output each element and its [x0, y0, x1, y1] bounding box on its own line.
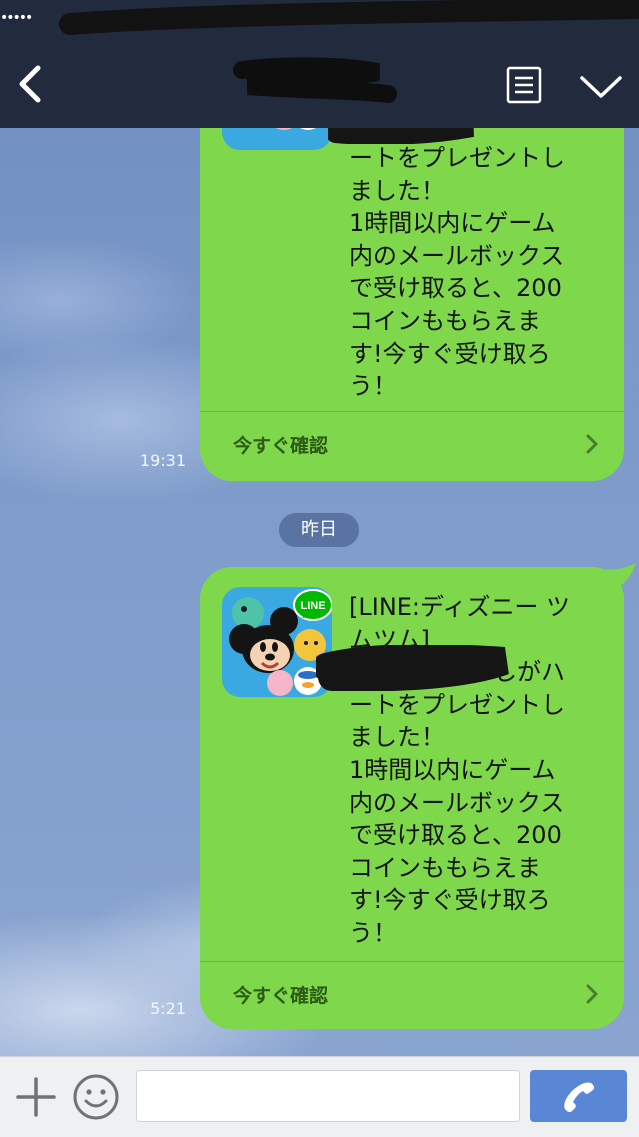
message-bubble[interactable]: LINE [LINE:ディズニー ツ ムツム] しがハ ートをプレゼントし まし… — [200, 567, 624, 1029]
sticker-button[interactable] — [72, 1073, 120, 1121]
back-button[interactable] — [12, 62, 52, 106]
menu-button[interactable] — [506, 66, 542, 104]
message-input-bar — [0, 1056, 639, 1137]
message-text: ートをプレゼントし ました！ 1時間以内にゲーム 内のメールボックス で受け取る… — [349, 144, 565, 401]
chat-title-redacted — [233, 57, 397, 103]
message-time: 5:21 — [150, 999, 186, 1018]
chevron-right-icon — [586, 434, 598, 454]
line-badge-label: LINE — [300, 600, 325, 612]
collapse-button[interactable] — [578, 70, 624, 102]
check-now-button[interactable]: 今すぐ確認 — [200, 412, 624, 478]
check-now-label: 今すぐ確認 — [233, 985, 329, 1007]
chevron-left-icon — [19, 65, 41, 103]
call-button[interactable] — [530, 1070, 627, 1122]
chevron-right-icon — [586, 984, 598, 1004]
redaction-mark — [316, 645, 509, 691]
smiley-icon — [73, 1074, 119, 1120]
chevron-down-icon — [580, 76, 622, 98]
chat-header: ••••• — [0, 0, 639, 128]
message-input[interactable] — [136, 1070, 520, 1122]
plus-icon — [16, 1077, 56, 1117]
date-separator: 昨日 — [279, 513, 359, 547]
phone-icon — [564, 1082, 595, 1113]
list-icon — [506, 66, 542, 104]
redaction-mark — [59, 0, 639, 35]
check-now-button[interactable]: 今すぐ確認 — [200, 962, 624, 1028]
check-now-label: 今すぐ確認 — [233, 435, 329, 457]
add-attachment-button[interactable] — [16, 1077, 56, 1117]
message-time: 19:31 — [139, 451, 186, 470]
